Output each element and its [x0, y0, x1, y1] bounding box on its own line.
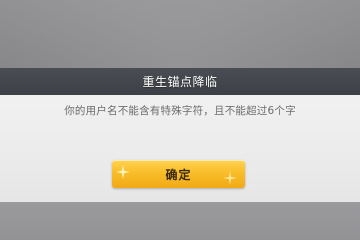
sparkle-icon [223, 171, 237, 185]
dialog-title: 重生锚点降临 [142, 75, 218, 89]
alert-dialog: 重生锚点降临 你的用户名不能含有特殊字符，且不能超过6个字 确定 [0, 68, 360, 202]
sparkle-icon [116, 165, 130, 179]
dialog-title-bar: 重生锚点降临 [0, 68, 360, 95]
dialog-message: 你的用户名不能含有特殊字符，且不能超过6个字 [64, 105, 296, 117]
confirm-button-label: 确定 [165, 167, 192, 182]
confirm-button[interactable]: 确定 [112, 160, 245, 188]
